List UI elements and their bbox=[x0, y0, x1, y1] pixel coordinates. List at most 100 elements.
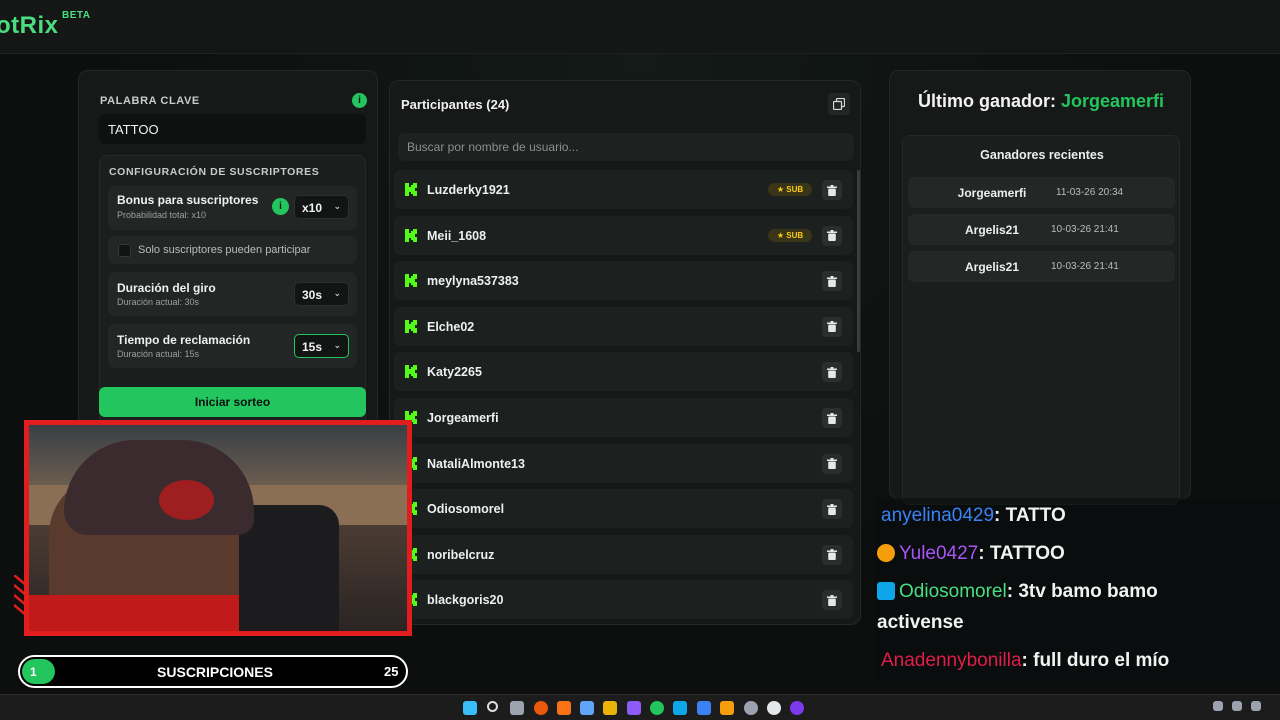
start-raffle-button[interactable]: Iniciar sorteo bbox=[99, 387, 366, 417]
delete-participant-button[interactable] bbox=[822, 362, 842, 383]
recent-winner-date: 10-03-26 21:41 bbox=[1051, 224, 1119, 235]
kick-icon bbox=[405, 365, 417, 379]
participant-row: meylyna537383 bbox=[394, 261, 853, 301]
settings-icon[interactable] bbox=[767, 701, 781, 715]
spin-duration-subtitle: Duración actual: 30s bbox=[117, 297, 200, 307]
browser-icon[interactable] bbox=[534, 701, 548, 715]
participant-name: NataliAlmonte13 bbox=[427, 456, 525, 471]
app-logo[interactable]: otRix BETA bbox=[0, 10, 90, 40]
participant-search-input[interactable]: Buscar por nombre de usuario... bbox=[398, 133, 854, 161]
trash-icon bbox=[827, 230, 837, 242]
logo-text: otRix bbox=[0, 12, 59, 39]
cam-shirt bbox=[29, 595, 239, 631]
delete-participant-button[interactable] bbox=[822, 544, 842, 565]
chat-message: Anadennybonilla: full duro el mío bbox=[881, 650, 1169, 672]
shield-icon[interactable] bbox=[697, 701, 711, 715]
wifi-icon[interactable] bbox=[1232, 701, 1242, 711]
participant-name: blackgoris20 bbox=[427, 593, 504, 608]
claim-time-title: Tiempo de reclamación bbox=[117, 333, 251, 347]
only-subs-row[interactable]: Solo suscriptores pueden participar bbox=[108, 236, 357, 264]
folder-icon[interactable] bbox=[603, 701, 617, 715]
cap-logo bbox=[159, 480, 214, 520]
participant-row: blackgoris20 bbox=[394, 580, 853, 620]
volume-icon[interactable] bbox=[1251, 701, 1261, 711]
last-winner-label: Último ganador: bbox=[917, 91, 1056, 111]
trash-icon bbox=[827, 458, 837, 470]
kick-icon bbox=[405, 274, 417, 288]
os-taskbar bbox=[0, 694, 1280, 720]
participant-row: Katy2265 bbox=[394, 352, 853, 392]
chat-username: anyelina0429 bbox=[881, 505, 995, 526]
sub-badge: ★ SUB bbox=[768, 228, 812, 242]
keyword-input[interactable]: TATTOO bbox=[99, 114, 366, 144]
chat-message-continuation: activense bbox=[877, 612, 964, 633]
trash-icon bbox=[827, 412, 837, 424]
recent-winner-date: 10-03-26 21:41 bbox=[1051, 261, 1119, 272]
delete-participant-button[interactable] bbox=[822, 453, 842, 474]
search-icon[interactable] bbox=[487, 701, 498, 712]
prime-badge-icon bbox=[877, 582, 895, 600]
start-menu-icon[interactable] bbox=[463, 701, 477, 715]
claim-time-value: 15s bbox=[302, 340, 323, 354]
copy-icon bbox=[833, 98, 845, 110]
delete-participant-button[interactable] bbox=[822, 590, 842, 611]
cam-cap bbox=[64, 440, 254, 535]
task-view-icon[interactable] bbox=[510, 701, 524, 715]
kick-icon bbox=[405, 228, 417, 242]
participant-name: meylyna537383 bbox=[427, 274, 519, 289]
chat-username: Yule0427 bbox=[899, 543, 979, 564]
only-subs-checkbox[interactable] bbox=[118, 244, 131, 257]
keyword-label: PALABRA CLAVE bbox=[100, 95, 200, 107]
bonus-info-icon[interactable]: i bbox=[272, 198, 289, 215]
app-icon[interactable] bbox=[720, 701, 734, 715]
decorative-stripes bbox=[14, 575, 26, 615]
subscription-goal-bar: 1 SUSCRIPCIONES 25 bbox=[18, 655, 408, 688]
info-icon[interactable]: i bbox=[352, 93, 367, 108]
app-icon[interactable] bbox=[627, 701, 641, 715]
kick-icon bbox=[405, 319, 417, 333]
spin-duration-title: Duración del giro bbox=[117, 281, 216, 295]
claim-time-row: Tiempo de reclamación Duración actual: 1… bbox=[108, 324, 357, 368]
trash-icon bbox=[827, 594, 837, 606]
claim-time-select[interactable]: 15s ⌄ bbox=[294, 334, 349, 358]
media-icon[interactable] bbox=[790, 701, 804, 715]
config-panel: PALABRA CLAVE i TATTOO CONFIGURACIÓN DE … bbox=[78, 70, 378, 445]
participant-name: Katy2265 bbox=[427, 365, 482, 380]
participant-row: NataliAlmonte13 bbox=[394, 443, 853, 483]
participant-list-scrollbar[interactable] bbox=[857, 170, 860, 352]
participant-name: Meii_1608 bbox=[427, 228, 487, 243]
last-winner-name: Jorgeamerfi bbox=[1060, 91, 1165, 111]
recent-winner-date: 11-03-26 20:34 bbox=[1056, 187, 1124, 198]
participant-row: Odiosomorel bbox=[394, 489, 853, 529]
delete-participant-button[interactable] bbox=[822, 225, 842, 246]
store-icon[interactable] bbox=[580, 701, 594, 715]
obs-icon[interactable] bbox=[744, 701, 758, 715]
edge-icon[interactable] bbox=[673, 701, 687, 715]
participant-row: Luzderky1921 ★ SUB bbox=[394, 170, 853, 209]
chevron-down-icon: ⌄ bbox=[333, 288, 341, 298]
copy-button[interactable] bbox=[828, 93, 850, 115]
delete-participant-button[interactable] bbox=[822, 316, 842, 337]
tray-icon[interactable] bbox=[1213, 701, 1223, 711]
delete-participant-button[interactable] bbox=[822, 408, 842, 428]
spin-duration-select[interactable]: 30s ⌄ bbox=[294, 282, 349, 306]
recent-winner-name: Jorgeamerfi bbox=[957, 186, 1027, 200]
participant-row: Meii_1608 ★ SUB bbox=[394, 215, 853, 255]
participant-name: noribelcruz bbox=[427, 547, 495, 562]
chat-text: : 3tv bamo bamo bbox=[1006, 581, 1158, 602]
delete-participant-button[interactable] bbox=[822, 271, 842, 292]
sub-badge: ★ SUB bbox=[768, 183, 812, 196]
brave-icon[interactable] bbox=[557, 701, 571, 715]
bonus-select[interactable]: x10 ⌄ bbox=[294, 195, 349, 219]
chrome-icon[interactable] bbox=[650, 701, 664, 715]
bonus-value: x10 bbox=[302, 201, 323, 215]
delete-participant-button[interactable] bbox=[822, 499, 842, 520]
participant-row: noribelcruz bbox=[394, 534, 853, 574]
participant-name: Odiosomorel bbox=[427, 502, 505, 517]
participants-panel: Participantes (24) Buscar por nombre de … bbox=[389, 80, 861, 625]
spin-duration-row: Duración del giro Duración actual: 30s 3… bbox=[108, 272, 357, 316]
subscription-goal-target: 25 bbox=[384, 664, 399, 679]
trash-icon bbox=[827, 503, 837, 515]
delete-participant-button[interactable] bbox=[822, 180, 842, 200]
participant-row: Jorgeamerfi bbox=[394, 398, 853, 437]
